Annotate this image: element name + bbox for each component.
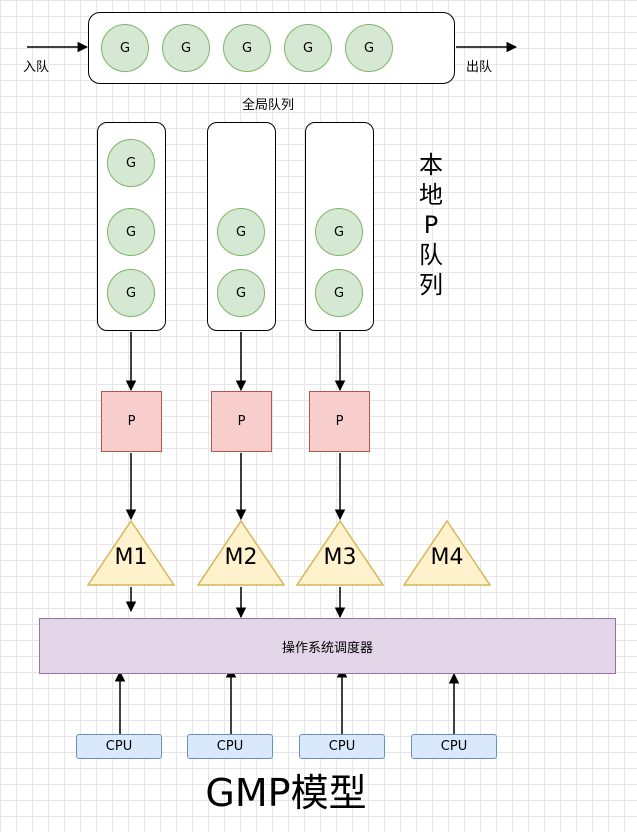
goroutine-node: G: [345, 24, 393, 72]
goroutine-node: G: [107, 208, 155, 256]
cpu-node: CPU: [299, 734, 385, 759]
goroutine-node: G: [101, 24, 149, 72]
goroutine-node: G: [223, 24, 271, 72]
caption-char: 队: [419, 241, 443, 269]
cpu-node: CPU: [76, 734, 162, 759]
local-queue-caption: 本 地 P 队 列: [414, 150, 448, 300]
caption-char: 列: [419, 271, 443, 299]
processor-node: P: [309, 391, 370, 452]
goroutine-node: G: [217, 269, 265, 317]
machine-label: M1: [114, 545, 148, 570]
goroutine-node: G: [107, 139, 155, 187]
machine-label: M4: [430, 545, 464, 570]
goroutine-node: G: [217, 208, 265, 256]
enqueue-label: 入队: [23, 60, 50, 75]
caption-char: 地: [419, 181, 443, 209]
cpu-node: CPU: [411, 734, 497, 759]
machine-label: M3: [323, 545, 357, 570]
processor-node: P: [211, 391, 272, 452]
machine-label: M2: [224, 545, 258, 570]
goroutine-node: G: [315, 269, 363, 317]
processor-node: P: [101, 391, 162, 452]
global-queue-caption: 全局队列: [242, 98, 295, 113]
diagram-title: GMP模型: [205, 771, 367, 815]
goroutine-node: G: [315, 208, 363, 256]
goroutine-node: G: [284, 24, 332, 72]
cpu-node: CPU: [187, 734, 273, 759]
caption-char: 本: [419, 151, 443, 179]
goroutine-node: G: [162, 24, 210, 72]
os-scheduler: 操作系统调度器: [39, 618, 616, 674]
caption-char: P: [423, 211, 439, 239]
goroutine-node: G: [107, 269, 155, 317]
dequeue-label: 出队: [466, 60, 493, 75]
